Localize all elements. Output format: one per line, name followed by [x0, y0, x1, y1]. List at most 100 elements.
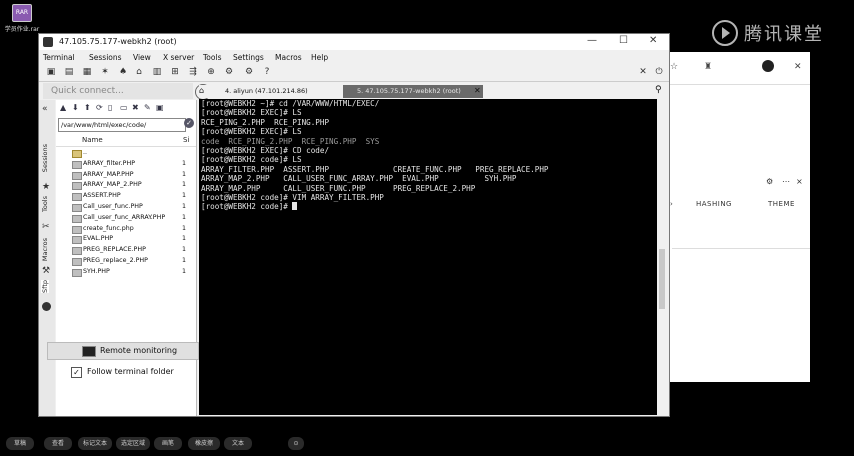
maximize-button[interactable]: ☐	[619, 35, 628, 46]
servers-icon[interactable]: ▦	[81, 67, 93, 78]
tab-macros[interactable]: Macros	[41, 238, 49, 261]
tab-webkh2[interactable]: 5. 47.105.75.177-webkh2 (root)	[343, 85, 483, 98]
file-row[interactable]: PREG_REPLACE.PHP 1	[56, 245, 196, 256]
tool-select-area[interactable]: 选定区域	[116, 437, 150, 450]
sessions-icon[interactable]: ⌂	[133, 67, 145, 78]
tools-icon[interactable]: ✶	[99, 67, 111, 78]
app-icon	[43, 37, 53, 47]
tab-aliyun[interactable]: 4. aliyun (47.101.214.86)	[211, 85, 353, 98]
close-button[interactable]: ✕	[649, 35, 657, 46]
file-row[interactable]: create_func.php 1	[56, 224, 196, 234]
properties-icon[interactable]: ▣	[156, 103, 164, 112]
file-row[interactable]: ASSERT.PHP 1	[56, 191, 196, 202]
settings-icon[interactable]: ⚙	[243, 67, 255, 78]
column-size[interactable]: Si	[183, 136, 189, 144]
star-icon[interactable]: ★	[42, 182, 50, 192]
follow-terminal-checkbox[interactable]: ✓	[71, 367, 82, 378]
menu-view[interactable]: View	[133, 53, 151, 62]
x-server-icon[interactable]: ✕	[637, 67, 649, 78]
extension-icon[interactable]: ♜	[704, 62, 712, 72]
tab-tools[interactable]: Tools	[41, 196, 49, 212]
file-row[interactable]: ARRAY_MAP.PHP 1	[56, 170, 196, 180]
gear-icon[interactable]: ⚙	[766, 177, 773, 186]
games-icon[interactable]: ♠	[117, 67, 129, 78]
record-icon[interactable]: ⊙	[288, 437, 304, 450]
path-go-icon[interactable]: ✓	[184, 118, 194, 128]
rar-archive-icon: RAR	[12, 4, 32, 22]
tool-eraser[interactable]: 橡皮擦	[188, 437, 220, 450]
sftp-toolbar: ▲ ⬇ ⬆ ⟳ ▯ ▭ ✖ ✎ ▣	[56, 102, 196, 116]
refresh-icon[interactable]: ⟳	[96, 103, 103, 112]
path-input[interactable]: /var/www/html/exec/code/	[58, 118, 186, 132]
multiexec-icon[interactable]: ⇶	[187, 67, 199, 78]
exit-icon[interactable]: ⏻	[653, 67, 665, 78]
panel-tools: ⚙ ⋯ ×	[664, 177, 810, 189]
help-icon[interactable]: ?	[261, 67, 273, 78]
tab-sessions[interactable]: Sessions	[41, 144, 49, 172]
menu-help[interactable]: Help	[311, 53, 328, 62]
column-name[interactable]: Name	[82, 136, 103, 144]
file-row[interactable]: SYH.PHP 1	[56, 267, 196, 277]
file-row[interactable]: EVAL.PHP 1	[56, 234, 196, 245]
file-row[interactable]: ARRAY_MAP_2.PHP 1	[56, 180, 196, 191]
sftp-globe-icon[interactable]	[42, 302, 51, 311]
remote-monitoring-button[interactable]: Remote monitoring	[47, 342, 199, 360]
menu-settings[interactable]: Settings	[233, 53, 264, 62]
new-file-icon[interactable]: ▯	[108, 103, 112, 112]
menu-xserver[interactable]: X server	[163, 53, 194, 62]
tool-text[interactable]: 文本	[224, 437, 252, 450]
edit-icon[interactable]: ✎	[144, 103, 151, 112]
profile-icon[interactable]	[762, 60, 774, 72]
file-size: 1	[181, 213, 186, 221]
tools-icon[interactable]: ✂	[42, 222, 50, 232]
attach-icon[interactable]: ⚲	[655, 85, 662, 95]
file-row[interactable]: ARRAY_filter.PHP 1	[56, 159, 196, 169]
tool-view[interactable]: 查看	[44, 437, 72, 450]
tool-draft[interactable]: 草稿	[6, 437, 34, 450]
tunneling-icon[interactable]: ⊕	[205, 67, 217, 78]
terminal-scrollbar[interactable]	[657, 99, 667, 415]
parent-folder-row[interactable]: ..	[56, 148, 196, 158]
terminal-icon[interactable]: ▣	[45, 67, 57, 78]
terminal-output[interactable]: [root@WEBKH2 ~]# cd /VAR/WWW/HTML/EXEC/ …	[199, 99, 658, 415]
file-row[interactable]: PREG_replace_2.PHP 1	[56, 256, 196, 266]
packages-icon[interactable]: ⚙	[223, 67, 235, 78]
follow-terminal-option[interactable]: ✓ Follow terminal folder	[47, 364, 207, 380]
quick-connect-box[interactable]: Quick connect...	[43, 83, 193, 99]
delete-icon[interactable]: ✖	[132, 103, 139, 112]
php-file-icon	[72, 247, 82, 256]
star-icon[interactable]: ☆	[670, 62, 678, 72]
macro-icon[interactable]: ⚒	[42, 266, 50, 276]
session-icon[interactable]: ▤	[63, 67, 75, 78]
tab-theme[interactable]: THEME	[768, 200, 795, 208]
browser-close-icon[interactable]: ✕	[794, 62, 802, 72]
remote-monitoring-label: Remote monitoring	[100, 346, 178, 355]
menu-terminal[interactable]: Terminal	[43, 53, 75, 62]
new-folder-icon[interactable]: ▭	[120, 103, 128, 112]
up-folder-icon[interactable]: ▲	[60, 103, 66, 112]
terminal-scrollbar-thumb[interactable]	[659, 249, 665, 309]
split-icon[interactable]: ⊞	[169, 67, 181, 78]
tab-hashing[interactable]: HASHING	[696, 200, 732, 208]
download-icon[interactable]: ⬇	[72, 103, 79, 112]
more-icon[interactable]: ⋯	[782, 177, 790, 186]
menu-macros[interactable]: Macros	[275, 53, 302, 62]
minimize-button[interactable]: —	[587, 35, 597, 46]
panel-close-icon[interactable]: ×	[796, 177, 803, 186]
window-title: 47.105.75.177-webkh2 (root)	[59, 37, 177, 46]
file-row[interactable]: Call_user_func.PHP 1	[56, 202, 196, 212]
menu-tools[interactable]: Tools	[203, 53, 221, 62]
background-browser-window: ☆ ♜ ✕ ⚙ ⋯ × › HASHING THEME	[664, 52, 810, 382]
view-icon[interactable]: ▥	[151, 67, 163, 78]
desktop-rar-icon[interactable]: RAR 学员作业.rar	[4, 4, 40, 33]
tool-pen[interactable]: 画笔	[154, 437, 182, 450]
tab-close-icon[interactable]: ✕	[474, 86, 481, 95]
menu-sessions[interactable]: Sessions	[89, 53, 122, 62]
home-tab-icon[interactable]: ⌂	[199, 86, 204, 95]
quick-connect-input[interactable]: Quick connect...	[51, 86, 124, 96]
file-row[interactable]: Call_user_func_ARRAY.PHP 1	[56, 213, 196, 223]
tool-highlight[interactable]: 标记文本	[78, 437, 112, 450]
tab-sftp[interactable]: Sftp	[41, 280, 49, 293]
upload-icon[interactable]: ⬆	[84, 103, 91, 112]
collapse-icon[interactable]: «	[42, 104, 48, 114]
